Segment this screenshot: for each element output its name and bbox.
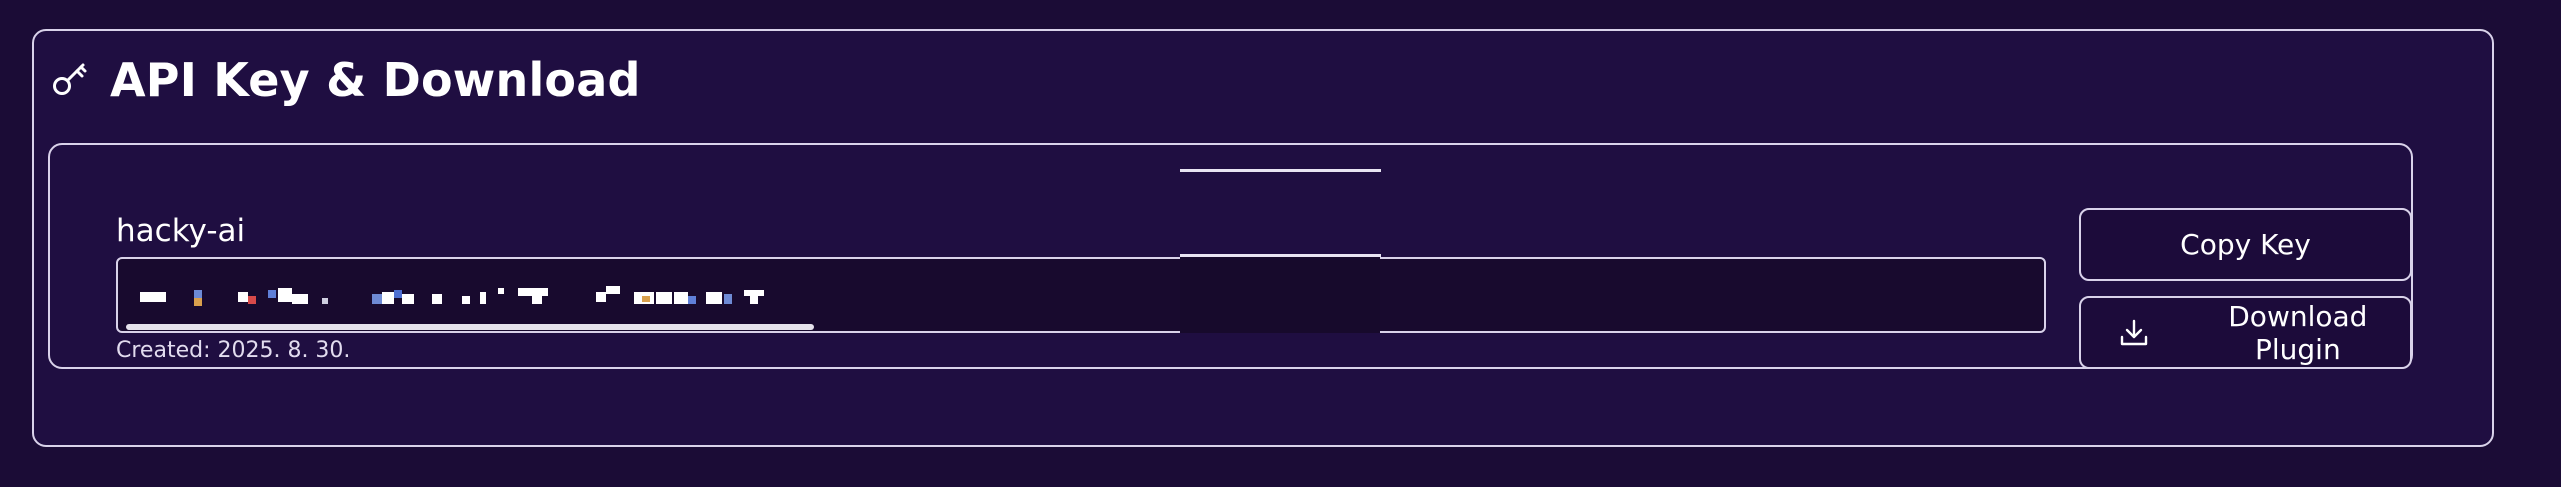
download-plugin-label: Download Plugin (2228, 299, 2368, 366)
scrollbar-thumb[interactable] (126, 324, 814, 330)
section-title: API Key & Download (110, 53, 641, 107)
input-overlay (1180, 257, 1380, 333)
download-icon (2119, 317, 2150, 349)
download-plugin-button[interactable]: Download Plugin (2079, 296, 2412, 369)
section-header: API Key & Download (48, 45, 641, 115)
copy-key-label: Copy Key (2180, 228, 2311, 261)
horizontal-scrollbar[interactable] (126, 324, 2036, 330)
api-key-input[interactable] (138, 259, 2018, 331)
top-divider (1180, 169, 1381, 172)
key-name-label: hacky-ai (116, 213, 246, 249)
key-icon (48, 58, 92, 102)
api-key-field[interactable] (116, 257, 2046, 333)
created-date: Created: 2025. 8. 30. (116, 338, 351, 363)
copy-key-button[interactable]: Copy Key (2079, 208, 2412, 281)
